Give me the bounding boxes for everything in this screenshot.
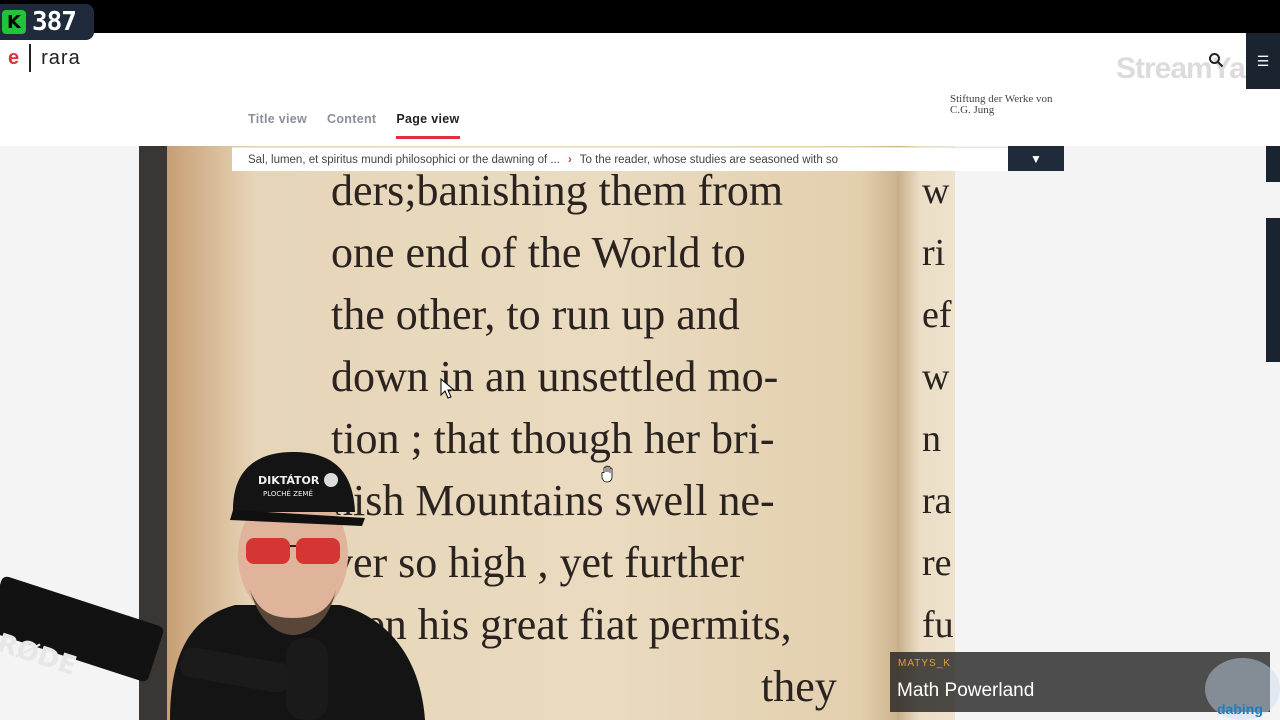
next-page-letter: ri [922, 232, 946, 274]
next-page-letter: ra [922, 480, 952, 522]
page-text-line: the other, to run up and [331, 290, 740, 339]
viewer-toolbar[interactable] [1266, 218, 1280, 362]
page-text-line: down in an unsettled mo- [331, 352, 779, 401]
viewer-count-badge: K 387 [0, 4, 94, 40]
logo-name: rara [41, 46, 81, 69]
next-page-letter: fu [922, 604, 954, 646]
next-page-letter: ef [922, 294, 952, 336]
viewer-count: 387 [32, 7, 77, 37]
logo-letter: e [8, 46, 20, 69]
hand-cursor-icon [601, 465, 613, 483]
tab-title-view[interactable]: Title view [248, 112, 307, 139]
foundation-logo: Stiftung der Werke von C.G. Jung [950, 94, 1052, 116]
cap-text-line1: DIKTÁTOR [258, 474, 320, 487]
viewer-side-toggle[interactable] [1266, 146, 1280, 182]
foundation-line2: C.G. Jung [950, 104, 995, 116]
menu-icon[interactable]: ☰ [1246, 33, 1280, 89]
breadcrumb-item-work[interactable]: Sal, lumen, et spiritus mundi philosophi… [248, 154, 560, 166]
next-page-letter: n [922, 418, 941, 460]
kick-logo-icon: K [2, 10, 26, 34]
next-page-letter: w [922, 356, 950, 398]
breadcrumb: Sal, lumen, et spiritus mundi philosophi… [232, 147, 1008, 171]
cap-text-line2: PLOCHÉ ZEMĚ [263, 489, 313, 498]
tab-content[interactable]: Content [327, 112, 376, 139]
search-icon[interactable] [1208, 52, 1224, 68]
next-page-text: w ri ef w n ra re fu [922, 160, 954, 656]
logo-divider [29, 44, 32, 72]
next-page-letter: re [922, 542, 952, 584]
chevron-down-icon[interactable]: ▼ [1008, 146, 1064, 171]
site-header [0, 33, 1280, 146]
mouse-cursor-icon [440, 378, 456, 399]
stream-top-bar [0, 0, 1280, 33]
view-tabs: Title view Content Page view [248, 112, 460, 139]
channel-logo-text: dabing [1217, 701, 1263, 717]
tab-page-view[interactable]: Page view [396, 112, 460, 139]
chevron-right-icon: › [567, 153, 572, 166]
page-text-line: one end of the World to [331, 228, 746, 277]
presenter-tag: MATYS_K [898, 658, 951, 669]
site-logo[interactable]: e rara [8, 44, 81, 72]
breadcrumb-item-chapter[interactable]: To the reader, whose studies are seasone… [580, 154, 838, 166]
presenter-name: Math Powerland [897, 680, 1035, 701]
